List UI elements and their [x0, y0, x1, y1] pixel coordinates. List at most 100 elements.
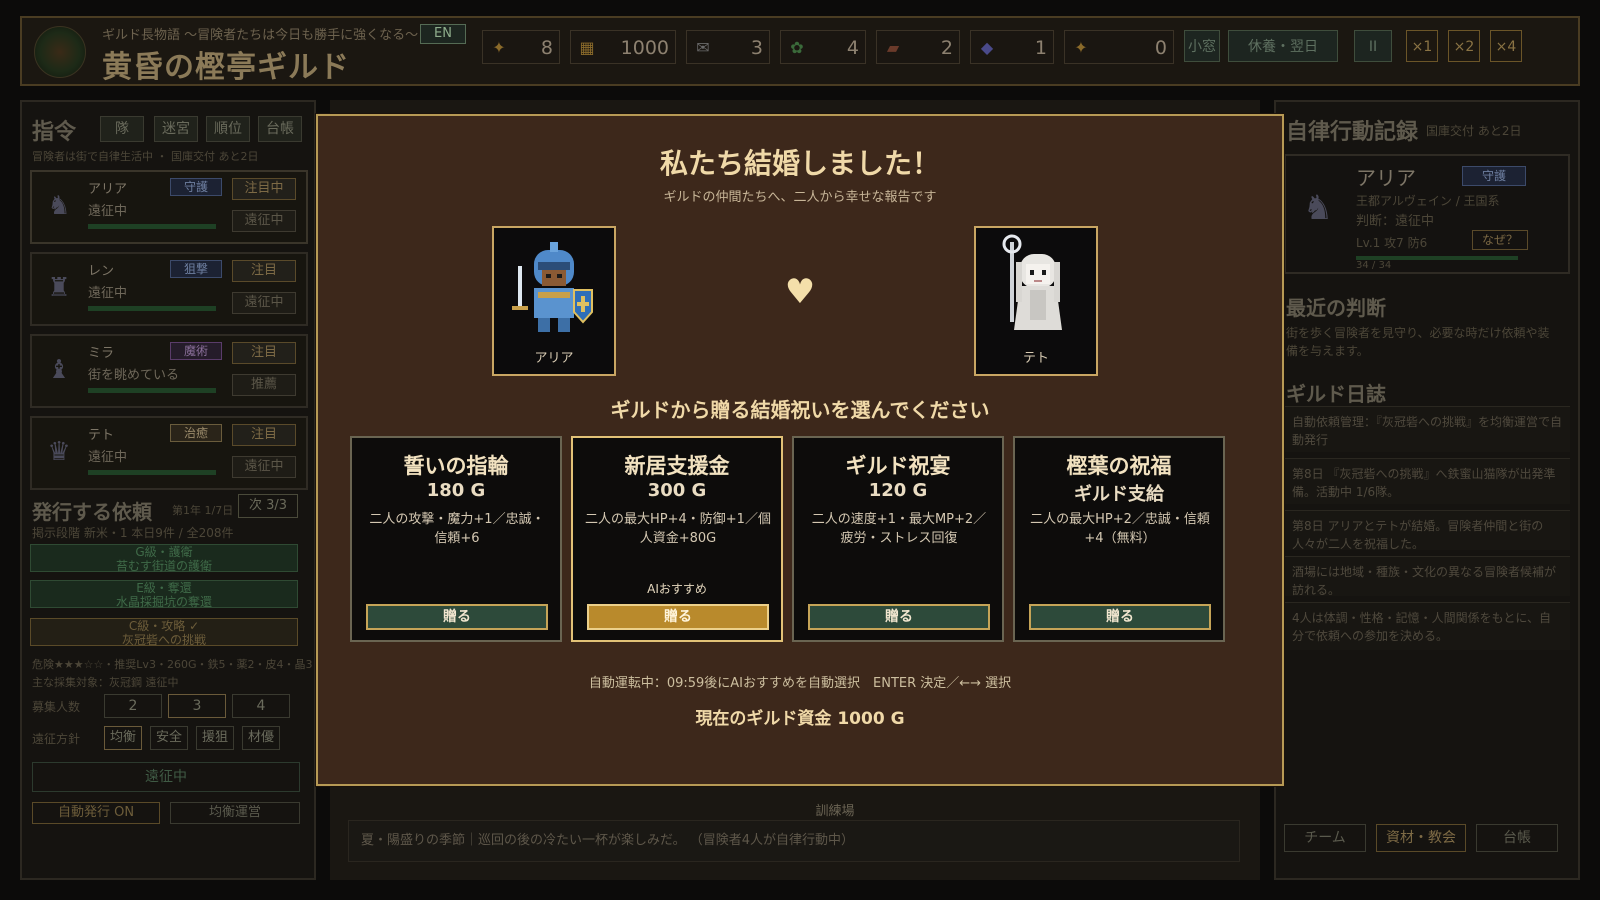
- role-badge: 守護: [1462, 166, 1526, 186]
- language-toggle[interactable]: EN: [420, 24, 466, 44]
- recommend-button[interactable]: 推薦: [232, 374, 296, 396]
- command-panel: 指令 隊 迷宮 順位 台帳 冒険者は街で自律生活中 ・ 国庫交付 あと2日 ♞ …: [20, 100, 316, 880]
- hp-bar: [88, 224, 216, 229]
- expedition-button[interactable]: 遠征中: [32, 762, 300, 792]
- focus-button[interactable]: 注目: [232, 260, 296, 282]
- gift-option-housing-fund[interactable]: 新居支援金 300 G 二人の最大HP+4・防御+1／個人資金+80G AIおす…: [571, 436, 783, 642]
- auto-select-hint: 自動運転中：09:59後にAIおすすめを自動選択 ENTER 決定／←→ 選択: [588, 676, 1012, 691]
- knight-sprite-icon: [512, 242, 593, 332]
- hp-bar: [88, 388, 216, 393]
- guild-funds: 現在のギルド資金 1000 G: [695, 709, 905, 729]
- herb-icon: ✿: [790, 38, 804, 57]
- small-window-button[interactable]: 小窓: [1184, 30, 1220, 62]
- command-heading: 指令: [32, 120, 77, 145]
- selected-adventurer-card: ♞ アリア 守護 王都アルヴェイン / 王国系 判断：遠征中 Lv.1 攻7 防…: [1284, 154, 1570, 274]
- journal-entry: 第8日 『灰冠砦への挑戦』へ鉄蜜山猫隊が出発準備。活動中 1/6隊。: [1284, 458, 1570, 504]
- guild-journal-heading: ギルド日誌: [1286, 382, 1386, 406]
- resource-gold: ▦ 1000: [570, 30, 676, 64]
- quest-row[interactable]: E級・奪還 水晶採掘坑の奪還: [30, 580, 298, 609]
- resource-herbs: ✿ 4: [780, 30, 866, 64]
- adventurer-avatar: ♝: [47, 355, 71, 385]
- journal-entry: 第8日 アリアとテトが結婚。冒険者仲間と街の人々が二人を祝福した。: [1284, 510, 1570, 551]
- policy-option[interactable]: 安全: [150, 726, 188, 750]
- policy-option[interactable]: 均衡: [104, 726, 142, 750]
- crystal-icon: ◆: [980, 38, 994, 57]
- portrait-name: テト: [1022, 351, 1049, 366]
- journal-entry: 酒場には地域・種族・文化の異なる冒険者候補が訪れる。: [1284, 556, 1570, 597]
- why-button[interactable]: なぜ？: [1472, 230, 1528, 250]
- speed-x2-button[interactable]: ×2: [1448, 30, 1480, 62]
- gift-question: ギルドから贈る結婚祝いを選んでください: [610, 398, 990, 422]
- team-button[interactable]: チーム: [1284, 824, 1366, 852]
- quest-row-selected[interactable]: C級・攻略 ✓ 灰冠砦への挑戦: [30, 618, 298, 647]
- resource-letters: ✉ 3: [686, 30, 770, 64]
- recruit-option[interactable]: 4: [232, 694, 290, 718]
- dialog-title: 私たち結婚しました！: [659, 147, 940, 180]
- gift-option-ring[interactable]: 誓いの指輪 180 G 二人の攻撃・魔力+1／忠誠・信頼+6 贈る: [350, 436, 562, 642]
- recruit-option[interactable]: 3: [168, 694, 226, 718]
- give-button[interactable]: 贈る: [587, 604, 769, 630]
- guild-title: 黄昏の樫亭ギルド: [102, 50, 350, 85]
- policy-option[interactable]: 援狙: [196, 726, 234, 750]
- hp-bar: [88, 306, 216, 311]
- adventurer-avatar: ♞: [1302, 188, 1334, 228]
- gift-option-oak-blessing[interactable]: 樫葉の祝福 ギルド支給 二人の最大HP+2／忠誠・信頼+4（無料） 贈る: [1013, 436, 1225, 642]
- give-button[interactable]: 贈る: [366, 604, 548, 630]
- command-status: 冒険者は街で自律生活中 ・ 国庫交付 あと2日: [32, 150, 259, 163]
- policy-label: 遠征方針: [32, 732, 81, 746]
- pause-button[interactable]: II: [1354, 30, 1392, 62]
- adventurer-card[interactable]: ♝ ミラ 魔術 街を眺めている 注目 推薦: [30, 334, 308, 408]
- focus-button[interactable]: 注目: [232, 424, 296, 446]
- autonomy-log-heading: 自律行動記録: [1286, 120, 1419, 145]
- focus-button[interactable]: 注目中: [232, 178, 296, 200]
- focus-button[interactable]: 注目: [232, 342, 296, 364]
- ai-recommended-label: AIおすすめ: [647, 582, 707, 596]
- resource-ore: ✦ 0: [1064, 30, 1174, 64]
- give-button[interactable]: 贈る: [1029, 604, 1211, 630]
- hide-icon: ▰: [886, 38, 900, 57]
- autonomy-log-panel: 自律行動記録 国庫交付 あと2日 ♞ アリア 守護 王都アルヴェイン / 王国系…: [1274, 100, 1580, 880]
- tab-party[interactable]: 隊: [100, 116, 144, 142]
- season-message: 夏・陽盛りの季節｜巡回の後の冷たい一杯が楽しみだ。 （冒険者4人が自律行動中）: [348, 820, 1240, 862]
- ore-icon: ✦: [1074, 38, 1088, 57]
- balanced-operation-button[interactable]: 均衡運営: [170, 802, 300, 824]
- policy-option[interactable]: 材優: [242, 726, 280, 750]
- portrait-right: テト: [974, 226, 1098, 376]
- quest-danger: 危険★★★☆☆・推奨Lv3・260G・鉄5・薬2・皮4・晶3: [32, 658, 313, 671]
- action-button[interactable]: 遠征中: [232, 210, 296, 232]
- portrait-name: アリア: [534, 351, 574, 366]
- hp-bar: [88, 470, 216, 475]
- quest-next-button[interactable]: 次 3/3: [238, 494, 298, 518]
- resource-crystal: ◆ 1: [970, 30, 1054, 64]
- tab-ranking[interactable]: 順位: [206, 116, 250, 142]
- journal-entry: 4人は体調・性格・記憶・人間関係をもとに、自分で依頼への参加を決める。: [1284, 602, 1570, 650]
- speed-x1-button[interactable]: ×1: [1406, 30, 1438, 62]
- adventurer-card[interactable]: ♜ レン 狙撃 遠征中 注目 遠征中: [30, 252, 308, 326]
- role-badge: 守護: [170, 178, 222, 196]
- action-button[interactable]: 遠征中: [232, 456, 296, 478]
- tab-ledger[interactable]: 台帳: [258, 116, 302, 142]
- give-button[interactable]: 贈る: [808, 604, 990, 630]
- healer-sprite-icon: [1002, 234, 1062, 330]
- auto-issue-toggle[interactable]: 自動発行 ON: [32, 802, 160, 824]
- coin-chest-icon: ▦: [579, 38, 595, 57]
- training-ground-label: 訓練場: [815, 804, 855, 819]
- role-badge: 狙撃: [170, 260, 222, 278]
- resource-renown: ✦ 8: [482, 30, 560, 64]
- recruit-option[interactable]: 2: [104, 694, 162, 718]
- guild-emblem: [34, 26, 86, 78]
- treasury-countdown: 国庫交付 あと2日: [1426, 124, 1522, 138]
- action-button[interactable]: 遠征中: [232, 292, 296, 314]
- materials-church-button[interactable]: 資材・教会: [1376, 824, 1466, 852]
- adventurer-card[interactable]: ♞ アリア 守護 遠征中 注目中 遠征中: [30, 170, 308, 244]
- adventurer-card[interactable]: ♛ テト 治癒 遠征中 注目 遠征中: [30, 416, 308, 490]
- recruit-label: 募集人数: [32, 700, 81, 714]
- role-badge: 魔術: [170, 342, 222, 360]
- rest-next-day-button[interactable]: 休養・翌日: [1228, 30, 1338, 62]
- speed-x4-button[interactable]: ×4: [1490, 30, 1522, 62]
- ledger-button[interactable]: 台帳: [1476, 824, 1558, 852]
- adventurer-avatar: ♜: [47, 273, 71, 303]
- tab-dungeon[interactable]: 迷宮: [154, 116, 198, 142]
- gift-option-feast[interactable]: ギルド祝宴 120 G 二人の速度+1・最大MP+2／疲労・ストレス回復 贈る: [792, 436, 1004, 642]
- quest-row[interactable]: G級・護衛 苔むす街道の護衛: [30, 544, 298, 573]
